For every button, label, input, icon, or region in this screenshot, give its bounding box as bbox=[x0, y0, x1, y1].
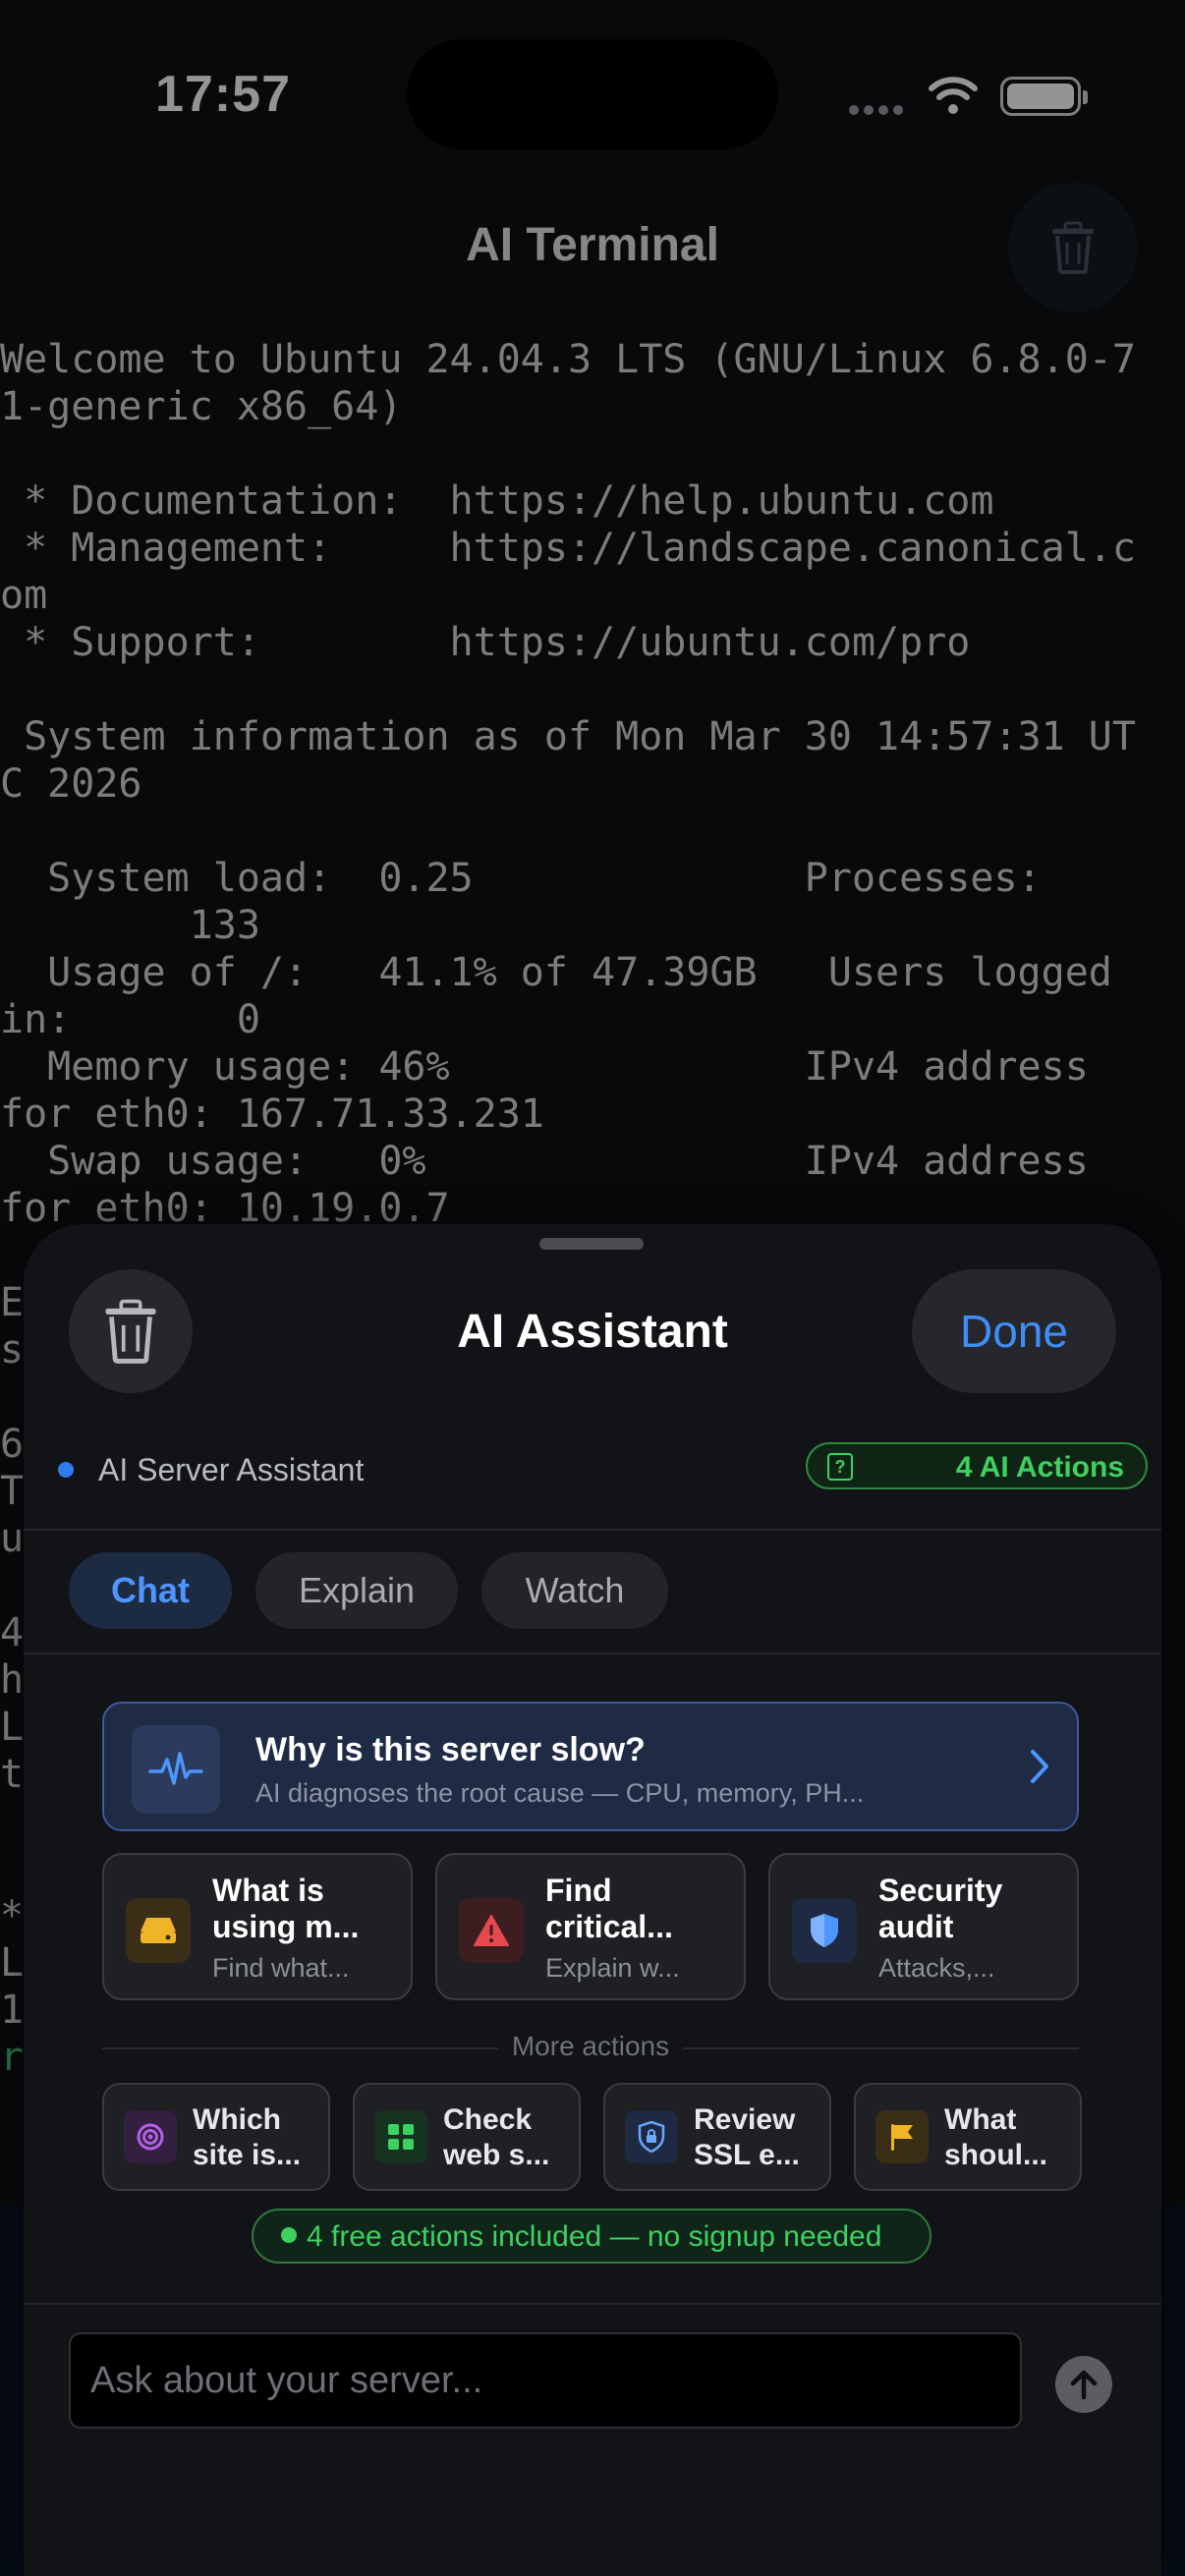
mini-action-review-ssl[interactable]: Review SSL e... bbox=[603, 2083, 831, 2191]
mini-action-check-web[interactable]: Check web s... bbox=[353, 2083, 581, 2191]
mini-action-title: Check web s... bbox=[443, 2103, 550, 2171]
mini-action-title: Which site is... bbox=[193, 2103, 302, 2171]
ai-assistant-sheet: AI Assistant Done AI Server Assistant ? … bbox=[24, 1224, 1161, 2576]
action-card-title: What is using m... bbox=[212, 1873, 360, 1944]
shield-icon bbox=[792, 1898, 857, 1963]
flag-icon bbox=[875, 2110, 929, 2163]
action-card-title: Find critical... bbox=[545, 1873, 673, 1944]
mini-action-title: What shoul... bbox=[944, 2103, 1047, 2171]
tab-watch[interactable]: Watch bbox=[481, 1552, 668, 1629]
mini-action-which-site[interactable]: Which site is... bbox=[102, 2083, 330, 2191]
grid-icon bbox=[374, 2110, 427, 2163]
status-dot bbox=[58, 1462, 74, 1478]
featured-action-title: Why is this server slow? bbox=[255, 1731, 646, 1768]
ai-actions-badge[interactable]: ? 4 AI Actions bbox=[806, 1442, 1148, 1489]
pulse-icon bbox=[132, 1725, 220, 1814]
action-card-title: Security audit bbox=[878, 1873, 1003, 1944]
warning-icon bbox=[459, 1898, 524, 1963]
drive-icon bbox=[126, 1898, 191, 1963]
action-card-memory-usage[interactable]: What is using m... Find what... bbox=[102, 1853, 413, 2000]
featured-action-subtitle: AI diagnoses the root cause — CPU, memor… bbox=[255, 1778, 865, 1808]
action-card-subtitle: Explain w... bbox=[545, 1953, 680, 1983]
assistant-label: AI Server Assistant bbox=[98, 1452, 365, 1487]
chevron-right-icon bbox=[1031, 1750, 1048, 1783]
free-actions-text: 4 free actions included — no signup need… bbox=[307, 2220, 882, 2253]
send-button[interactable] bbox=[1055, 2356, 1112, 2413]
chat-input[interactable] bbox=[71, 2334, 1020, 2427]
sheet-grabber[interactable] bbox=[539, 1238, 644, 1250]
chat-input-container bbox=[69, 2332, 1022, 2429]
divider bbox=[24, 2303, 1161, 2305]
more-actions-divider: More actions bbox=[102, 2028, 1079, 2067]
arrow-up-icon bbox=[1070, 2370, 1098, 2400]
done-button[interactable]: Done bbox=[912, 1269, 1116, 1393]
action-card-critical-errors[interactable]: Find critical... Explain w... bbox=[435, 1853, 746, 2000]
free-actions-note: 4 free actions included — no signup need… bbox=[252, 2209, 931, 2264]
status-dot bbox=[281, 2227, 297, 2243]
more-actions-label: More actions bbox=[497, 2031, 684, 2061]
action-card-subtitle: Find what... bbox=[212, 1953, 350, 1983]
assistant-status-row: AI Server Assistant ? 4 AI Actions bbox=[24, 1442, 1161, 1497]
ai-actions-count: 4 AI Actions bbox=[955, 1451, 1124, 1484]
tab-chat[interactable]: Chat bbox=[69, 1552, 232, 1629]
lock-shield-icon bbox=[625, 2110, 678, 2163]
mini-action-what-should[interactable]: What shoul... bbox=[854, 2083, 1082, 2191]
target-icon bbox=[124, 2110, 177, 2163]
action-card-security-audit[interactable]: Security audit Attacks,... bbox=[768, 1853, 1079, 2000]
divider bbox=[24, 1529, 1161, 1531]
action-card-subtitle: Attacks,... bbox=[878, 1953, 995, 1983]
tab-explain[interactable]: Explain bbox=[255, 1552, 458, 1629]
featured-action-server-slow[interactable]: Why is this server slow? AI diagnoses th… bbox=[102, 1702, 1079, 1831]
mini-action-title: Review SSL e... bbox=[694, 2103, 800, 2171]
divider bbox=[24, 1652, 1161, 1654]
question-icon: ? bbox=[827, 1453, 853, 1481]
